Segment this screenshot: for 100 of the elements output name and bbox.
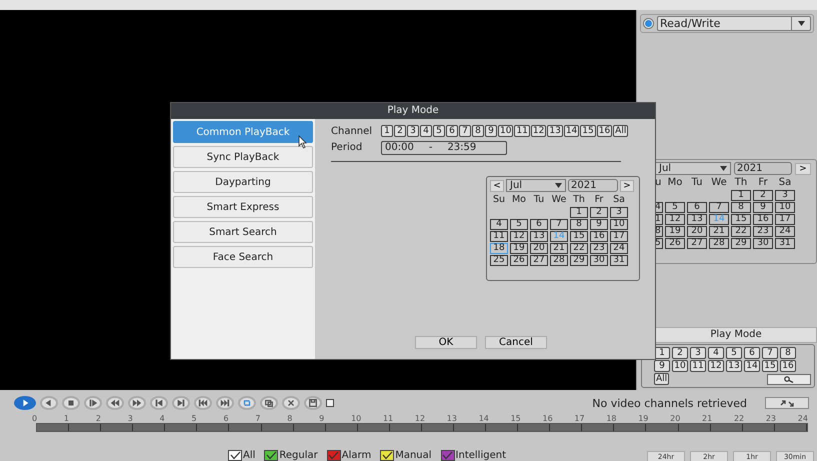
playback-control-button[interactable] [106,396,124,410]
day-cell[interactable]: 17 [610,231,628,242]
playback-control-button[interactable] [216,396,234,410]
mode-dropdown[interactable]: Read/Write [657,16,811,31]
day-cell[interactable]: 28 [709,238,729,249]
checkbox[interactable] [326,399,334,407]
playback-control-button[interactable] [62,396,80,410]
day-cell[interactable]: 2 [753,190,773,201]
day-cell[interactable]: 19 [665,226,685,237]
playback-control-button[interactable] [194,396,212,410]
year-field[interactable]: 2021 [734,162,792,175]
day-cell[interactable]: 6 [530,219,548,230]
channel-button[interactable]: 14 [744,360,760,372]
all-channels-button[interactable]: All [654,373,670,385]
channel-button[interactable]: 3 [407,125,419,137]
day-cell[interactable]: 30 [753,238,773,249]
day-cell[interactable]: 29 [731,238,751,249]
day-cell[interactable]: 5 [510,219,528,230]
channel-button[interactable]: 8 [472,125,484,137]
day-cell[interactable]: 15 [731,214,751,225]
checkbox[interactable] [326,450,341,461]
day-cell[interactable]: 25 [490,255,508,266]
day-cell[interactable]: 31 [610,255,628,266]
channel-button[interactable]: 12 [708,360,724,372]
all-channels-button[interactable]: All [613,125,628,137]
day-cell[interactable]: 27 [687,238,707,249]
day-cell[interactable]: 3 [775,190,795,201]
checkbox[interactable] [264,450,278,461]
channel-button[interactable]: 10 [498,125,514,137]
playback-control-button[interactable] [238,396,256,410]
day-cell[interactable]: 16 [590,231,608,242]
day-cell[interactable]: 17 [775,214,795,225]
year-field[interactable]: 2021 [568,179,618,192]
channel-button[interactable]: 6 [744,347,760,359]
channel-button[interactable]: 10 [672,360,688,372]
day-cell[interactable]: 8 [731,202,751,213]
day-cell[interactable]: 21 [550,243,568,254]
day-cell[interactable]: 27 [530,255,548,266]
playback-control-button[interactable] [14,396,36,410]
playback-control-button[interactable] [40,396,58,410]
day-cell[interactable]: 7 [550,219,568,230]
day-cell[interactable]: 30 [590,255,608,266]
channel-button[interactable]: 8 [780,347,796,359]
day-cell[interactable]: 23 [753,226,773,237]
day-cell[interactable]: 4 [490,219,508,230]
day-cell[interactable]: 28 [550,255,568,266]
mode-menu-item[interactable]: Smart Express [173,196,313,218]
day-cell[interactable]: 13 [530,231,548,242]
channel-button[interactable]: 7 [459,125,471,137]
channel-button[interactable]: 4 [708,347,724,359]
channel-button[interactable]: 15 [580,125,596,137]
day-cell[interactable]: 9 [753,202,773,213]
day-cell[interactable]: 19 [510,243,528,254]
day-cell[interactable]: 10 [610,219,628,230]
playback-control-button[interactable] [128,396,146,410]
channel-button[interactable]: 5 [726,347,742,359]
mode-menu-item[interactable]: Dayparting [173,171,313,193]
channel-button[interactable]: 6 [446,125,458,137]
day-cell[interactable]: 22 [570,243,588,254]
playback-control-button[interactable] [282,396,300,410]
day-cell[interactable]: 8 [570,219,588,230]
channel-button[interactable]: 4 [420,125,432,137]
mode-menu-item[interactable]: Smart Search [173,221,313,243]
channel-button[interactable]: 16 [780,360,796,372]
day-cell[interactable]: 23 [590,243,608,254]
day-cell[interactable]: 2 [590,207,608,218]
day-cell[interactable]: 24 [610,243,628,254]
period-field[interactable]: 00:00 - 23:59 [381,141,507,155]
day-cell[interactable]: 1 [731,190,751,201]
channel-button[interactable]: 15 [762,360,778,372]
channel-button[interactable]: 9 [485,125,497,137]
channel-button[interactable]: 5 [433,125,445,137]
channel-button[interactable]: 13 [547,125,563,137]
day-cell[interactable]: 9 [590,219,608,230]
day-cell[interactable]: 10 [775,202,795,213]
day-cell[interactable]: 20 [687,226,707,237]
next-month-button[interactable]: > [795,162,811,174]
playback-control-button[interactable] [172,396,190,410]
day-cell[interactable]: 24 [775,226,795,237]
day-cell[interactable]: 15 [570,231,588,242]
day-cell[interactable]: 11 [490,231,508,242]
day-cell[interactable]: 12 [665,214,685,225]
playback-control-button[interactable] [304,396,322,410]
channel-button[interactable]: 11 [690,360,706,372]
day-cell[interactable]: 22 [731,226,751,237]
month-dropdown[interactable]: Jul [506,179,566,192]
checkbox[interactable] [380,450,394,461]
day-cell[interactable]: 1 [570,207,588,218]
swap-button[interactable] [765,397,809,409]
channel-button[interactable]: 2 [394,125,406,137]
day-cell[interactable]: 31 [775,238,795,249]
search-button[interactable] [767,374,811,384]
channel-button[interactable]: 3 [690,347,706,359]
channel-button[interactable]: 7 [762,347,778,359]
dialog-button[interactable]: Cancel [485,336,547,349]
day-cell[interactable]: 16 [753,214,773,225]
day-cell[interactable]: 3 [610,207,628,218]
next-month-button[interactable]: > [620,180,634,192]
mode-menu-item[interactable]: Sync PlayBack [173,146,313,168]
day-cell[interactable]: 21 [709,226,729,237]
